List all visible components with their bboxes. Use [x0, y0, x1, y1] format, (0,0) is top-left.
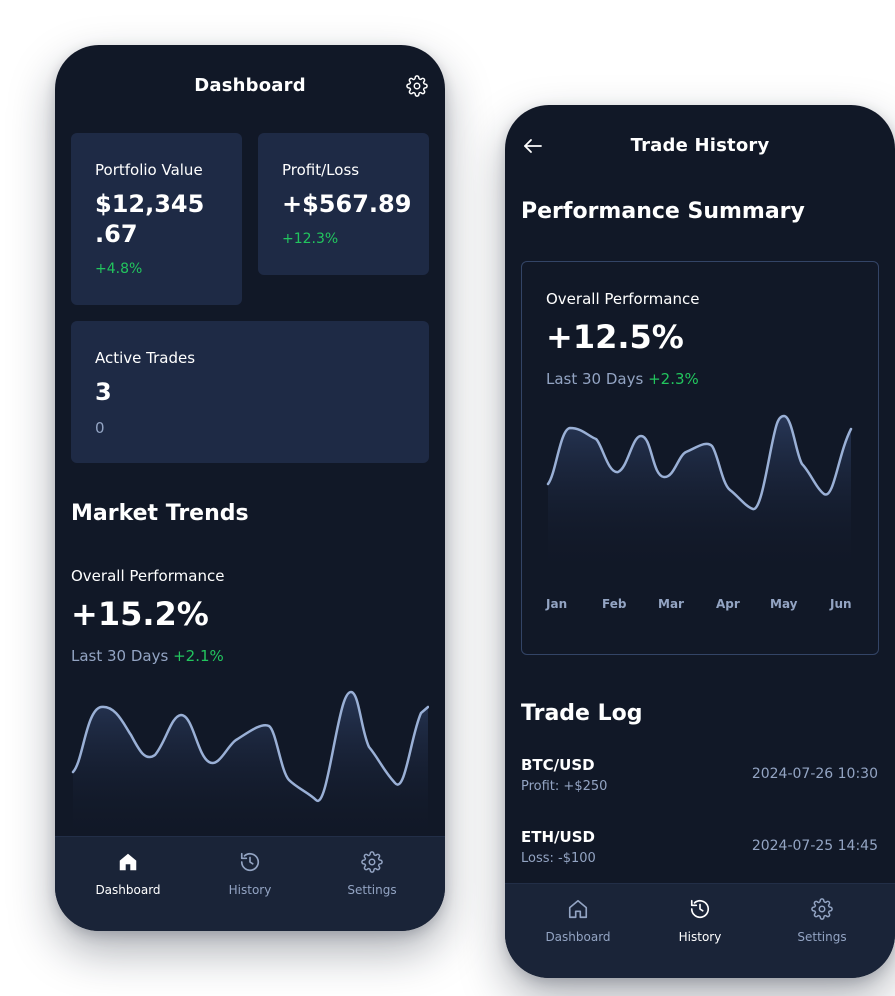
- trade-pair: ETH/USD: [521, 828, 595, 846]
- performance-summary-title: Performance Summary: [521, 199, 805, 224]
- performance-period: Last 30 Days +2.1%: [71, 647, 224, 665]
- card-label: Active Trades: [95, 349, 196, 367]
- month-label: Jan: [546, 597, 568, 611]
- performance-label: Overall Performance: [546, 290, 700, 308]
- dashboard-screen: Dashboard Portfolio Value $12,345 .67 +4…: [55, 45, 445, 931]
- card-label: Profit/Loss: [282, 161, 360, 179]
- nav-dashboard[interactable]: Dashboard: [63, 837, 193, 931]
- gear-icon: [811, 898, 833, 924]
- portfolio-change: +4.8%: [95, 261, 143, 277]
- page-title: Trade History: [630, 135, 770, 156]
- trade-log-title: Trade Log: [521, 701, 643, 726]
- trade-detail: Loss: -$100: [521, 851, 596, 866]
- trade-pair: BTC/USD: [521, 756, 595, 774]
- nav-settings[interactable]: Settings: [757, 884, 887, 978]
- nav-history[interactable]: History: [635, 884, 765, 978]
- nav-history[interactable]: History: [185, 837, 315, 931]
- performance-chart: [546, 414, 853, 574]
- month-label: May: [770, 597, 798, 611]
- active-trades-card[interactable]: Active Trades 3 0: [71, 321, 429, 463]
- market-trend-chart: [71, 690, 429, 840]
- nav-label: Settings: [797, 930, 847, 944]
- performance-value: +12.5%: [546, 318, 684, 356]
- month-label: Mar: [658, 597, 684, 611]
- nav-label: Dashboard: [95, 883, 161, 897]
- trade-detail: Profit: +$250: [521, 779, 608, 794]
- page-title: Dashboard: [194, 75, 306, 96]
- period-label: Last 30 Days: [71, 647, 169, 665]
- performance-label: Overall Performance: [71, 567, 225, 585]
- portfolio-value-card[interactable]: Portfolio Value $12,345 .67 +4.8%: [71, 133, 242, 305]
- nav-label: Dashboard: [545, 930, 611, 944]
- nav-label: Settings: [347, 883, 397, 897]
- nav-label: History: [228, 883, 272, 897]
- trade-history-screen: Trade History Performance Summary Overal…: [505, 105, 895, 978]
- home-icon: [567, 898, 589, 924]
- period-change: +2.3%: [648, 370, 699, 388]
- performance-value: +15.2%: [71, 595, 209, 633]
- nav-settings[interactable]: Settings: [307, 837, 437, 931]
- month-label: Feb: [602, 597, 627, 611]
- bottom-nav: Dashboard History Settings: [505, 883, 895, 978]
- gear-icon[interactable]: [406, 75, 428, 97]
- portfolio-value-line2: .67: [95, 220, 138, 248]
- bottom-nav: Dashboard History Settings: [55, 836, 445, 931]
- home-icon: [117, 851, 139, 877]
- trend-area: [548, 416, 851, 574]
- month-label: Apr: [716, 597, 740, 611]
- history-icon: [239, 851, 261, 877]
- market-trends-title: Market Trends: [71, 501, 249, 526]
- trade-time: 2024-07-26 10:30: [751, 766, 878, 782]
- period-label: Last 30 Days: [546, 370, 644, 388]
- history-icon: [689, 898, 711, 924]
- portfolio-value-line1: $12,345: [95, 190, 205, 218]
- nav-dashboard[interactable]: Dashboard: [513, 884, 643, 978]
- performance-period: Last 30 Days +2.3%: [546, 370, 699, 388]
- profit-loss-value: +$567.89: [282, 190, 412, 218]
- trend-area: [73, 692, 428, 840]
- performance-card: Overall Performance +12.5% Last 30 Days …: [521, 261, 879, 655]
- month-label: Jun: [830, 597, 852, 611]
- active-trades-value: 3: [95, 378, 112, 406]
- profit-loss-card[interactable]: Profit/Loss +$567.89 +12.3%: [258, 133, 429, 275]
- trade-time: 2024-07-25 14:45: [751, 838, 878, 854]
- nav-label: History: [678, 930, 722, 944]
- profit-loss-change: +12.3%: [282, 231, 339, 247]
- card-label: Portfolio Value: [95, 161, 203, 179]
- gear-icon: [361, 851, 383, 877]
- period-change: +2.1%: [173, 647, 224, 665]
- active-trades-sub: 0: [95, 419, 105, 437]
